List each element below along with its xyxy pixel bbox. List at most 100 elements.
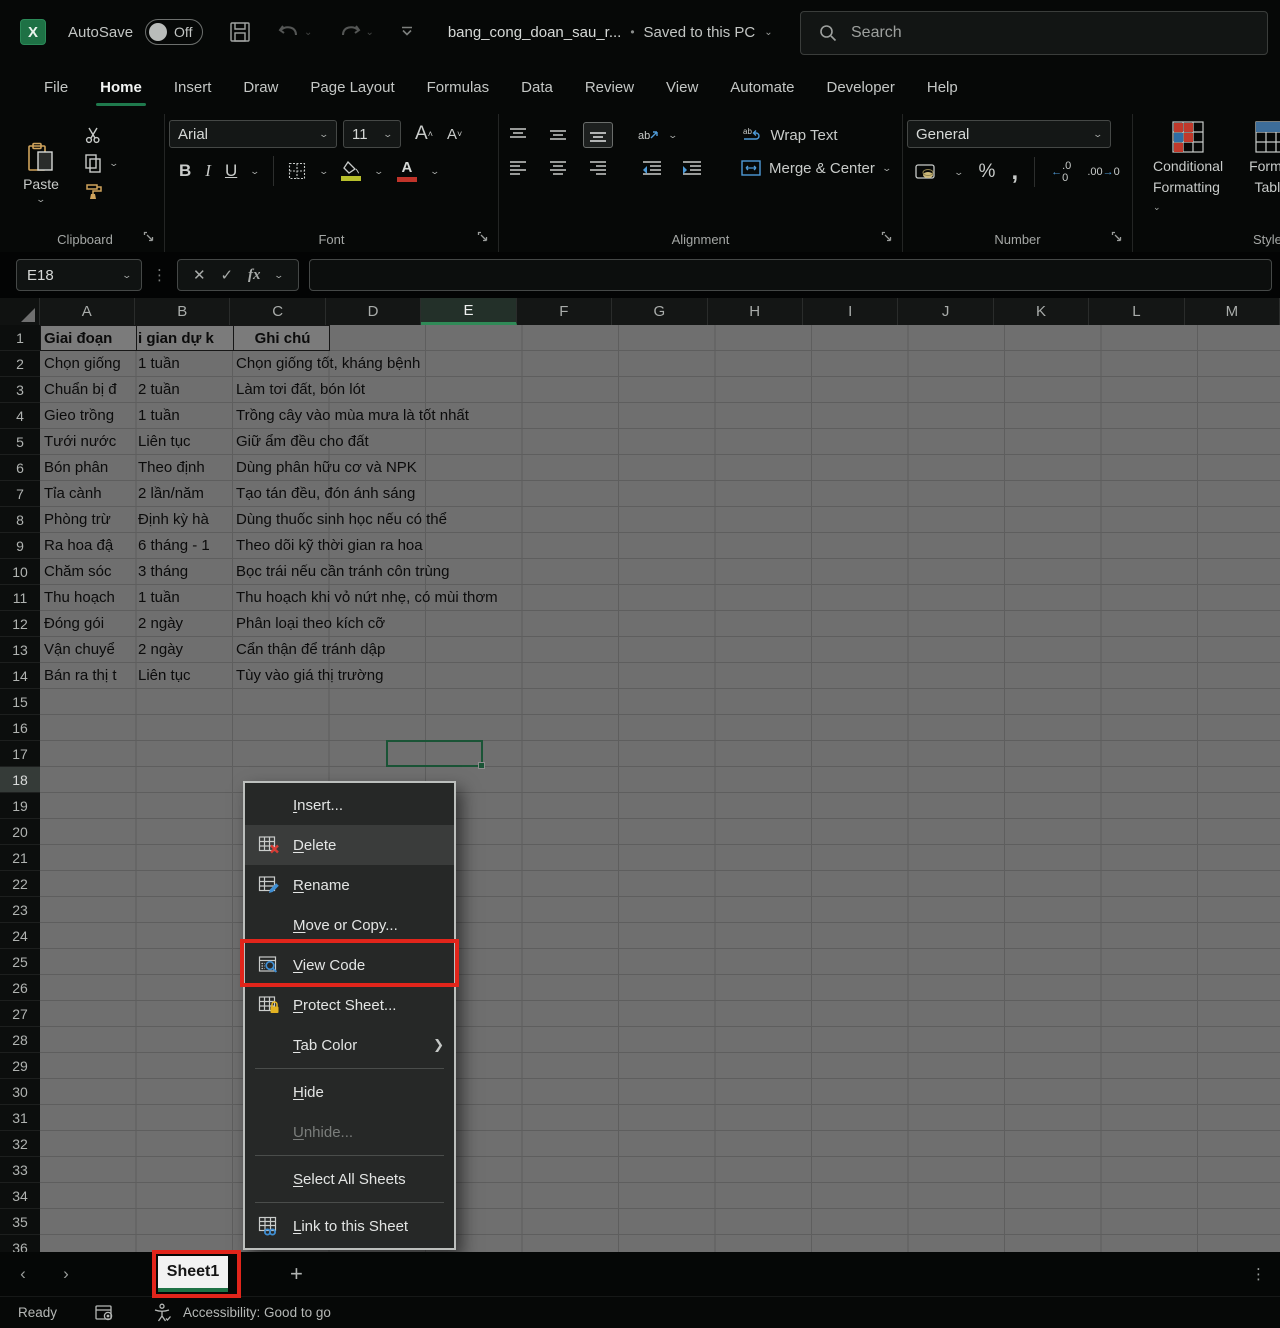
row-header-18[interactable]: 18 — [0, 767, 40, 793]
borders-dropdown-icon[interactable]: ⌄ — [318, 166, 329, 177]
borders-button[interactable] — [288, 162, 306, 180]
ribbon-tab-formulas[interactable]: Formulas — [411, 73, 506, 104]
ribbon-tab-draw[interactable]: Draw — [227, 73, 294, 104]
ribbon-tab-page-layout[interactable]: Page Layout — [294, 73, 410, 104]
row-header-9[interactable]: 9 — [0, 533, 40, 559]
header-cell-A1[interactable]: Giai đoạn — [40, 325, 137, 351]
orientation-button[interactable]: ab — [637, 126, 659, 144]
column-header-B[interactable]: B — [135, 298, 230, 325]
merge-center-dropdown-icon[interactable]: ⌄ — [881, 163, 892, 174]
font-size-select[interactable]: 11 ⌄ — [343, 120, 401, 148]
row-header-11[interactable]: 11 — [0, 585, 40, 611]
comma-style-button[interactable]: , — [1011, 167, 1018, 177]
header-cell-C1[interactable]: Ghi chú — [233, 325, 330, 351]
align-left-button[interactable] — [503, 155, 533, 181]
cut-button[interactable] — [84, 126, 102, 144]
format-painter-button[interactable] — [84, 182, 104, 200]
alignment-dialog-launcher[interactable] — [881, 230, 892, 245]
menu-item-protect-sheet[interactable]: Protect Sheet... — [245, 985, 454, 1025]
redo-dropdown-icon[interactable]: ⌄ — [365, 27, 373, 38]
row-header-15[interactable]: 15 — [0, 689, 40, 715]
fill-color-dropdown-icon[interactable]: ⌄ — [374, 166, 385, 177]
clipboard-dialog-launcher[interactable] — [143, 230, 154, 245]
undo-dropdown-icon[interactable]: ⌄ — [304, 27, 312, 38]
ribbon-tab-help[interactable]: Help — [911, 73, 974, 104]
row-header-23[interactable]: 23 — [0, 897, 40, 923]
row-header-21[interactable]: 21 — [0, 845, 40, 871]
underline-dropdown-icon[interactable]: ⌄ — [250, 166, 261, 177]
row-header-26[interactable]: 26 — [0, 975, 40, 1001]
header-cell-B1[interactable]: i gian dự k — [136, 325, 234, 351]
formula-input[interactable] — [309, 259, 1272, 291]
orientation-dropdown-icon[interactable]: ⌄ — [667, 130, 678, 141]
ribbon-tab-insert[interactable]: Insert — [158, 73, 228, 104]
column-header-C[interactable]: C — [230, 298, 325, 325]
ribbon-tab-file[interactable]: File — [28, 73, 84, 104]
menu-item-delete[interactable]: Delete — [245, 825, 454, 865]
row-header-28[interactable]: 28 — [0, 1027, 40, 1053]
decrease-font-button[interactable]: A˅ — [447, 126, 462, 143]
row-header-12[interactable]: 12 — [0, 611, 40, 637]
font-name-select[interactable]: Arial ⌄ — [169, 120, 337, 148]
search-input[interactable]: Search — [800, 11, 1268, 55]
menu-item-hide[interactable]: Hide — [245, 1072, 454, 1112]
row-header-36[interactable]: 36 — [0, 1235, 40, 1252]
row-header-10[interactable]: 10 — [0, 559, 40, 585]
row-header-29[interactable]: 29 — [0, 1053, 40, 1079]
row-header-32[interactable]: 32 — [0, 1131, 40, 1157]
increase-font-button[interactable]: A˄ — [415, 123, 433, 145]
row-header-4[interactable]: 4 — [0, 403, 40, 429]
autosave-toggle[interactable]: Off — [145, 19, 203, 45]
row-header-31[interactable]: 31 — [0, 1105, 40, 1131]
row-header-30[interactable]: 30 — [0, 1079, 40, 1105]
column-header-G[interactable]: G — [612, 298, 707, 325]
cancel-entry-button[interactable]: ✕ — [193, 266, 206, 284]
redo-button[interactable]: ⌄ — [338, 21, 373, 43]
font-dialog-launcher[interactable] — [477, 230, 488, 245]
align-bottom-button[interactable] — [583, 122, 613, 148]
percent-style-button[interactable]: % — [979, 161, 996, 183]
align-top-button[interactable] — [503, 122, 533, 148]
fill-color-button[interactable] — [341, 161, 361, 181]
previous-sheet-button[interactable]: ‹ — [0, 1264, 46, 1284]
decrease-decimal-button[interactable]: .00→0 — [1087, 166, 1119, 178]
merge-center-button[interactable]: Merge & Center ⌄ — [741, 159, 890, 177]
column-header-A[interactable]: A — [40, 298, 135, 325]
menu-item-tab-color[interactable]: Tab Color❯ — [245, 1025, 454, 1065]
row-header-16[interactable]: 16 — [0, 715, 40, 741]
selected-cell-E18[interactable] — [386, 740, 483, 767]
tab-bar-options-icon[interactable]: ⋮ — [1251, 1265, 1266, 1283]
menu-item-insert[interactable]: Insert... — [245, 785, 454, 825]
saved-status-dropdown-icon[interactable]: ⌄ — [764, 27, 772, 38]
row-header-6[interactable]: 6 — [0, 455, 40, 481]
row-header-27[interactable]: 27 — [0, 1001, 40, 1027]
insert-function-button[interactable]: fx — [248, 267, 261, 284]
row-header-25[interactable]: 25 — [0, 949, 40, 975]
row-header-5[interactable]: 5 — [0, 429, 40, 455]
row-header-2[interactable]: 2 — [0, 351, 40, 377]
name-box[interactable]: E18 ⌄ — [16, 259, 142, 291]
column-header-J[interactable]: J — [898, 298, 993, 325]
ribbon-tab-developer[interactable]: Developer — [811, 73, 911, 104]
row-header-34[interactable]: 34 — [0, 1183, 40, 1209]
undo-button[interactable]: ⌄ — [277, 21, 312, 43]
fill-handle[interactable] — [478, 762, 485, 769]
copy-button[interactable] — [84, 153, 102, 173]
ribbon-tab-review[interactable]: Review — [569, 73, 650, 104]
next-sheet-button[interactable]: › — [46, 1264, 86, 1284]
accounting-dropdown-icon[interactable]: ⌄ — [953, 167, 964, 178]
excel-logo-icon[interactable]: X — [20, 19, 46, 45]
row-header-35[interactable]: 35 — [0, 1209, 40, 1235]
saved-status[interactable]: Saved to this PC — [644, 24, 756, 41]
column-header-M[interactable]: M — [1185, 298, 1280, 325]
accessibility-status[interactable]: Accessibility: Good to go — [183, 1305, 331, 1320]
align-middle-button[interactable] — [543, 122, 573, 148]
ribbon-tab-data[interactable]: Data — [505, 73, 569, 104]
decrease-indent-button[interactable] — [637, 155, 667, 181]
select-all-corner[interactable] — [0, 298, 40, 325]
document-title[interactable]: bang_cong_doan_sau_r... — [448, 24, 622, 41]
bold-button[interactable]: B — [179, 161, 191, 181]
italic-button[interactable]: I — [205, 161, 211, 181]
column-header-H[interactable]: H — [708, 298, 803, 325]
font-color-button[interactable]: A — [397, 160, 417, 182]
